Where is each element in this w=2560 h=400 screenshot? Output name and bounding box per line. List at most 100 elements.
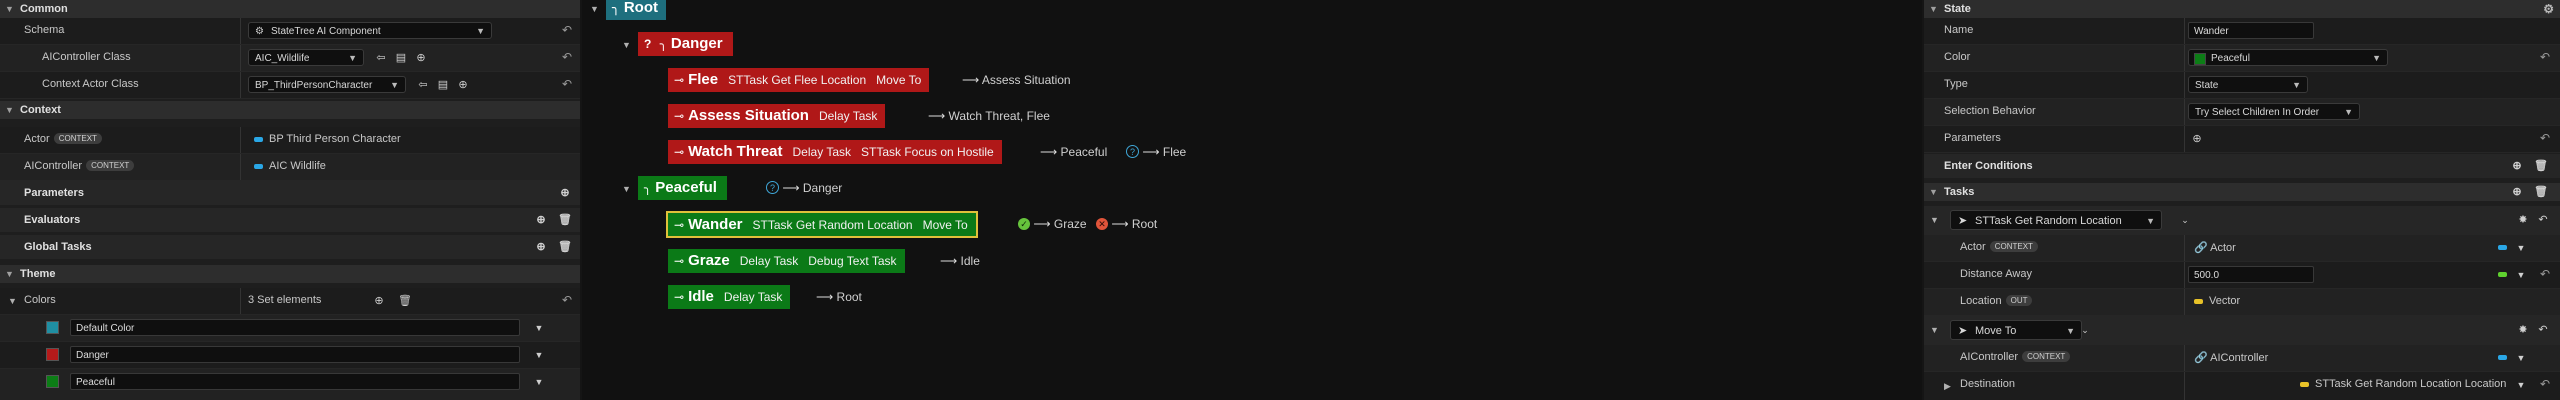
task-type-combo[interactable]: ➤ STTask Get Random Location ▼ xyxy=(1950,210,2162,230)
color-swatch[interactable] xyxy=(46,321,59,334)
color-swatch[interactable] xyxy=(46,375,59,388)
selector-icon: ╮ xyxy=(644,181,652,195)
color-name-field[interactable]: Danger xyxy=(70,346,520,363)
add-icon[interactable]: ⊕ xyxy=(2510,159,2524,173)
reset-icon[interactable]: ↶ xyxy=(562,50,572,64)
trash-icon[interactable]: 🗑 xyxy=(558,240,572,254)
schema-combo[interactable]: ⚙ StateTree AI Component ▼ xyxy=(248,22,492,39)
browse-folder-icon[interactable]: ▤ xyxy=(436,78,450,92)
add-icon[interactable]: ⊕ xyxy=(372,294,386,308)
section-tasks[interactable]: ▼ Tasks ⊕ 🗑 xyxy=(1924,183,2560,201)
column-divider xyxy=(2184,72,2185,98)
colors-row: ▼ Colors 3 Set elements ⊕ 🗑 ↶ xyxy=(0,288,580,315)
type-combo[interactable]: State ▼ xyxy=(2188,76,2308,93)
distance-away-field[interactable]: 500.0 xyxy=(2188,266,2314,283)
reset-icon[interactable]: ↶ xyxy=(2540,50,2550,64)
reset-icon[interactable]: ↶ xyxy=(562,293,572,307)
column-divider xyxy=(240,154,241,180)
selector-icon: ╮ xyxy=(659,37,667,51)
trash-icon[interactable]: 🗑 xyxy=(558,213,572,227)
section-state[interactable]: ▼ State ⚙ xyxy=(1924,0,2560,18)
transition: ? ⟶ Flee xyxy=(1126,140,1186,164)
context-ai-controller-row: AIController CONTEXT AIC Wildlife xyxy=(0,154,580,181)
context-actor-class-label: Context Actor Class xyxy=(42,78,139,90)
task-type-combo[interactable]: ➤ Move To ▼ xyxy=(1950,320,2082,340)
expand-chevron-icon[interactable]: ▼ xyxy=(590,4,599,14)
name-field[interactable]: Wander xyxy=(2188,22,2314,39)
chevron-down-icon[interactable]: ▼ xyxy=(532,321,546,335)
add-icon[interactable]: ⊕ xyxy=(414,51,428,65)
add-icon[interactable]: ⊕ xyxy=(2190,132,2204,146)
arrow-right-icon: ⟶ xyxy=(816,290,834,304)
collapse-chevron-icon[interactable]: ▼ xyxy=(8,296,17,306)
evaluators-header[interactable]: Evaluators ⊕ 🗑 xyxy=(0,208,580,232)
parameters-header[interactable]: Parameters ⊕ xyxy=(0,181,580,205)
trash-icon[interactable]: 🗑 xyxy=(398,294,412,308)
trash-icon[interactable]: 🗑 xyxy=(2534,185,2548,199)
back-arrow-icon[interactable]: ⇦ xyxy=(374,51,388,65)
state-node-wander-selected[interactable]: ⊸ Wander STTask Get Random Location Move To xyxy=(666,211,978,238)
state-node-peaceful[interactable]: ╮ Peaceful xyxy=(638,176,727,200)
state-node-assess-situation[interactable]: ⊸ Assess Situation Delay Task xyxy=(668,104,886,128)
reset-icon[interactable]: ↶ xyxy=(2536,323,2550,337)
enter-conditions-header[interactable]: Enter Conditions ⊕ 🗑 xyxy=(1924,154,2560,178)
state-node-graze[interactable]: ⊸ Graze Delay Task Debug Text Task xyxy=(668,249,905,273)
collapse-chevron-icon[interactable]: ▼ xyxy=(1930,215,1939,225)
bind-chevron-icon[interactable]: ▼ xyxy=(2514,241,2528,255)
add-icon[interactable]: ⊕ xyxy=(2510,185,2524,199)
expand-chevron-icon[interactable]: ▶ xyxy=(1944,381,1951,392)
chevron-down-icon[interactable]: ▼ xyxy=(532,348,546,362)
options-chevron-icon[interactable]: ⌄ xyxy=(2178,213,2192,227)
destination-binding[interactable]: STTask Get Random Location Location xyxy=(2300,378,2506,390)
state-node-flee[interactable]: ⊸ Flee STTask Get Flee Location Move To xyxy=(668,68,930,92)
debug-icon[interactable]: ✸ xyxy=(2516,323,2530,337)
section-theme[interactable]: ▼ Theme xyxy=(0,265,580,283)
arrow-right-icon: ⟶ xyxy=(962,73,980,87)
task-actor-binding[interactable]: 🔗 Actor xyxy=(2194,241,2236,254)
section-common[interactable]: ▼ Common xyxy=(0,0,580,18)
color-swatch[interactable] xyxy=(46,348,59,361)
column-divider xyxy=(2184,45,2185,71)
expand-chevron-icon[interactable]: ▼ xyxy=(622,184,631,194)
colors-label: Colors xyxy=(24,294,56,306)
add-icon[interactable]: ⊕ xyxy=(456,78,470,92)
reset-icon[interactable]: ↶ xyxy=(562,23,572,37)
debug-icon[interactable]: ✸ xyxy=(2516,213,2530,227)
bind-chevron-icon[interactable]: ▼ xyxy=(2514,378,2528,392)
color-name-field[interactable]: Peaceful xyxy=(70,373,520,390)
state-node-root[interactable]: ╮ Root xyxy=(606,0,666,20)
state-node-idle[interactable]: ⊸ Idle Delay Task xyxy=(668,285,791,309)
chevron-down-icon[interactable]: ▼ xyxy=(532,375,546,389)
collapse-chevron-icon[interactable]: ▼ xyxy=(1930,325,1939,335)
selection-behavior-combo[interactable]: Try Select Children In Order ▼ xyxy=(2188,103,2360,120)
global-tasks-header[interactable]: Global Tasks ⊕ 🗑 xyxy=(0,235,580,259)
task-actor-label: Actor CONTEXT xyxy=(1960,241,2038,253)
reset-icon[interactable]: ↶ xyxy=(2540,377,2550,391)
color-combo[interactable]: Peaceful ▼ xyxy=(2188,49,2388,66)
context-actor-class-combo[interactable]: BP_ThirdPersonCharacter ▼ xyxy=(248,76,406,93)
back-arrow-icon[interactable]: ⇦ xyxy=(416,78,430,92)
state-node-watch-threat[interactable]: ⊸ Watch Threat Delay Task STTask Focus on H… xyxy=(668,140,1002,164)
add-icon[interactable]: ⊕ xyxy=(534,213,548,227)
add-icon[interactable]: ⊕ xyxy=(534,240,548,254)
move-to-ai-controller-binding[interactable]: 🔗 AIController xyxy=(2194,351,2268,364)
reset-icon[interactable]: ↶ xyxy=(562,77,572,91)
state-node-danger[interactable]: ? ╮ Danger xyxy=(638,32,733,56)
browse-folder-icon[interactable]: ▤ xyxy=(394,51,408,65)
expand-chevron-icon[interactable]: ▼ xyxy=(622,40,631,50)
ai-controller-class-combo[interactable]: AIC_Wildlife ▼ xyxy=(248,49,364,66)
bind-chevron-icon[interactable]: ▼ xyxy=(2514,351,2528,365)
options-chevron-icon[interactable]: ⌄ xyxy=(2078,323,2092,337)
transition: ⟶ Root xyxy=(816,290,862,304)
reset-icon[interactable]: ↶ xyxy=(2540,131,2550,145)
leaf-arrow-icon: ⊸ xyxy=(674,254,685,268)
add-icon[interactable]: ⊕ xyxy=(558,186,572,200)
settings-icon[interactable]: ⚙ xyxy=(2543,0,2554,18)
section-context[interactable]: ▼ Context xyxy=(0,101,580,119)
trash-icon[interactable]: 🗑 xyxy=(2534,159,2548,173)
bind-chevron-icon[interactable]: ▼ xyxy=(2514,268,2528,282)
reset-icon[interactable]: ↶ xyxy=(2540,267,2550,281)
color-name-field[interactable]: Default Color xyxy=(70,319,520,336)
reset-icon[interactable]: ↶ xyxy=(2536,213,2550,227)
type-row: Type State ▼ xyxy=(1924,72,2560,99)
